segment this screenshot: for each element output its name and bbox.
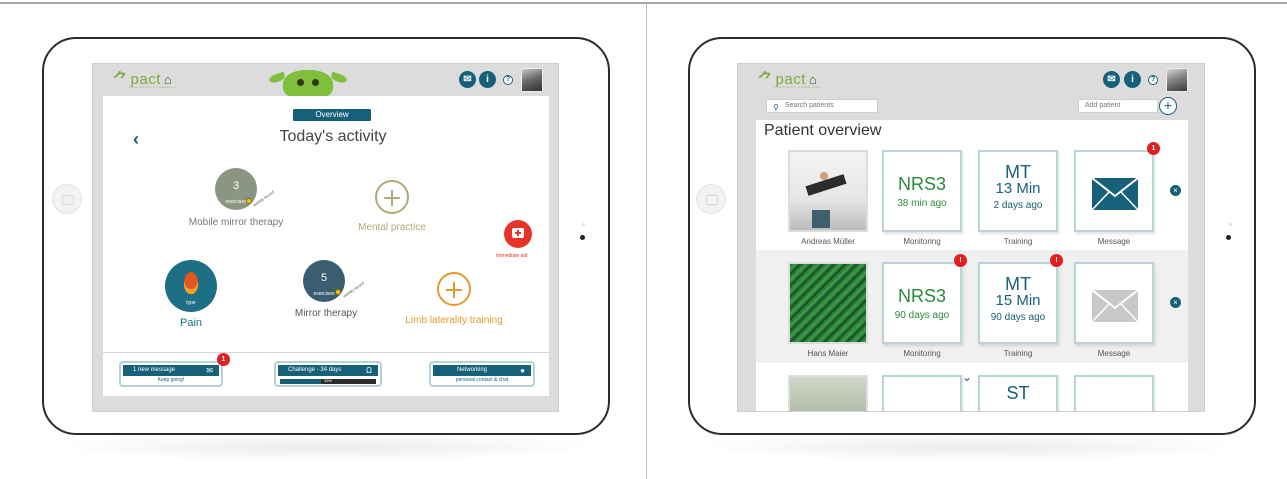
record-badge-icon bbox=[335, 289, 341, 295]
avatar[interactable] bbox=[1166, 68, 1188, 92]
back-arrow-icon[interactable]: ‹ bbox=[133, 129, 139, 150]
home-button-left[interactable] bbox=[52, 184, 82, 214]
search-patients-input[interactable]: ⚲ Search patients bbox=[766, 99, 878, 113]
networking-card[interactable]: Networking ● personal contact & chat bbox=[429, 361, 535, 387]
remove-patient-button[interactable]: × bbox=[1170, 297, 1181, 308]
training-tile[interactable]: MT 13 Min 2 days ago bbox=[978, 150, 1058, 232]
limb-laterality-plus-icon[interactable] bbox=[437, 272, 471, 306]
message-tile[interactable] bbox=[1074, 375, 1154, 411]
training-tile[interactable]: ST bbox=[978, 375, 1058, 411]
sensor-left bbox=[582, 223, 585, 226]
networking-card-sub: personal contact & chat bbox=[455, 377, 509, 383]
info-icon[interactable]: i bbox=[1124, 71, 1141, 88]
training-label: Training bbox=[1003, 237, 1033, 246]
bottom-cards: 1 new message ✉ Keep going! 1 Challenge -… bbox=[103, 352, 549, 396]
pain-label: Pain bbox=[179, 317, 203, 329]
message-card[interactable]: 1 new message ✉ Keep going! 1 bbox=[119, 353, 230, 387]
logo-subtitle: physiotherapy & therapeutics bbox=[774, 85, 822, 89]
avatar[interactable] bbox=[521, 68, 543, 92]
challenge-card[interactable]: Challenge - 34 days Ω 43% bbox=[274, 361, 382, 387]
immediate-aid-label: Immediate aid bbox=[496, 253, 528, 259]
envelope-icon[interactable]: ✉ bbox=[459, 71, 476, 88]
activity-panel: Overview ‹ Today's activity 3 exercises … bbox=[103, 96, 549, 352]
home-button-right[interactable] bbox=[696, 184, 726, 214]
limb-laterality-label: Limb laterality training bbox=[405, 315, 503, 326]
patient-photo[interactable] bbox=[788, 262, 868, 344]
message-count-badge: 1 bbox=[1147, 142, 1160, 155]
challenge-card-title: Challenge - 34 days bbox=[288, 367, 342, 373]
envelope-icon[interactable]: ✉ bbox=[1103, 71, 1120, 88]
tablet-shadow-right bbox=[690, 432, 1250, 462]
add-patient-button[interactable]: + bbox=[1159, 97, 1177, 115]
info-icon[interactable]: i bbox=[479, 71, 496, 88]
camera-left bbox=[580, 235, 585, 240]
challenge-progress-text: 43% bbox=[324, 378, 333, 383]
monitoring-tile[interactable]: NRS3 38 min ago bbox=[882, 150, 962, 232]
mental-practice-plus-icon[interactable] bbox=[375, 180, 409, 214]
help-icon[interactable]: ? bbox=[503, 75, 513, 85]
screen-patient-overview: ⺈ pact ⌂ physiotherapy & therapeutics ✉ i … bbox=[737, 63, 1205, 412]
monitoring-label: Monitoring bbox=[903, 237, 941, 246]
patient-name: Andreas Müller bbox=[801, 237, 855, 246]
message-card-sub: Keep going! bbox=[157, 377, 185, 383]
flame-icon bbox=[184, 272, 198, 294]
page-title: Today's activity bbox=[279, 128, 387, 145]
top-divider bbox=[0, 2, 1287, 4]
mobile-mirror-therapy-label: Mobile mirror therapy bbox=[188, 217, 284, 228]
remove-patient-button[interactable]: × bbox=[1170, 185, 1181, 196]
challenge-progress-bar: 43% bbox=[280, 378, 376, 384]
camera-right bbox=[1226, 235, 1231, 240]
chat-bubble-icon: ● bbox=[520, 366, 525, 375]
search-icon: ⚲ bbox=[773, 103, 779, 112]
envelope-icon bbox=[1092, 290, 1138, 322]
add-patient-input[interactable]: Add patient bbox=[1078, 99, 1158, 113]
patient-name: Hans Maier bbox=[807, 349, 849, 358]
message-label: Message bbox=[1097, 349, 1131, 358]
patient-photo[interactable] bbox=[788, 150, 868, 232]
training-alert-badge: ! bbox=[1050, 254, 1063, 267]
screen-activity: ⺈ pact ⌂ physiotherapy & therapeutics ✉ i … bbox=[92, 63, 559, 412]
envelope-icon bbox=[1092, 178, 1138, 210]
networking-card-title: Networking bbox=[457, 367, 488, 373]
monitoring-alert-badge: ! bbox=[954, 254, 967, 267]
mirror-therapy-label: Mirror therapy bbox=[294, 308, 358, 319]
message-tile[interactable] bbox=[1074, 150, 1154, 232]
patient-photo[interactable] bbox=[788, 375, 868, 411]
mirror-therapy-circle[interactable]: 5 exercises bbox=[303, 260, 345, 302]
monitoring-tile[interactable]: NRS3 90 days ago bbox=[882, 262, 962, 344]
envelope-icon: ✉ bbox=[206, 366, 213, 375]
pain-circle[interactable]: type bbox=[165, 260, 217, 312]
message-card-title: 1 new message bbox=[133, 367, 176, 373]
mental-practice-label: Mental practice bbox=[358, 222, 426, 233]
mobile-mirror-therapy-circle[interactable]: 3 exercises bbox=[215, 168, 257, 210]
monitoring-tile[interactable] bbox=[882, 375, 962, 411]
ribbon-icon: Ω bbox=[366, 366, 372, 375]
center-divider bbox=[646, 4, 647, 479]
monitoring-label: Monitoring bbox=[903, 349, 941, 358]
new-message-badge: 1 bbox=[217, 353, 230, 366]
page-title: Patient overview bbox=[764, 122, 882, 139]
first-aid-icon bbox=[512, 228, 524, 238]
chevron-down-icon[interactable]: ⌄ bbox=[962, 370, 972, 384]
training-label: Training bbox=[1003, 349, 1033, 358]
app-header: ⺈ pact ⌂ physiotherapy & therapeutics ✉ i … bbox=[93, 64, 558, 100]
immediate-aid-button[interactable] bbox=[504, 220, 532, 248]
sensor-right bbox=[1229, 223, 1232, 226]
tablet-shadow-left bbox=[46, 432, 606, 462]
training-tile[interactable]: MT 15 Min 90 days ago bbox=[978, 262, 1058, 344]
patient-list: Patient overview Andreas Müller NRS3 38 … bbox=[756, 120, 1188, 411]
help-icon[interactable]: ? bbox=[1148, 75, 1158, 85]
app-header: ⺈ pact ⌂ physiotherapy & therapeutics ✉ i … bbox=[738, 64, 1204, 96]
weekly-record-note: weekly record bbox=[341, 280, 365, 299]
overview-tab[interactable]: Overview bbox=[293, 109, 371, 121]
logo-subtitle: physiotherapy & therapeutics bbox=[129, 85, 177, 89]
message-tile[interactable] bbox=[1074, 262, 1154, 344]
message-label: Message bbox=[1097, 237, 1131, 246]
